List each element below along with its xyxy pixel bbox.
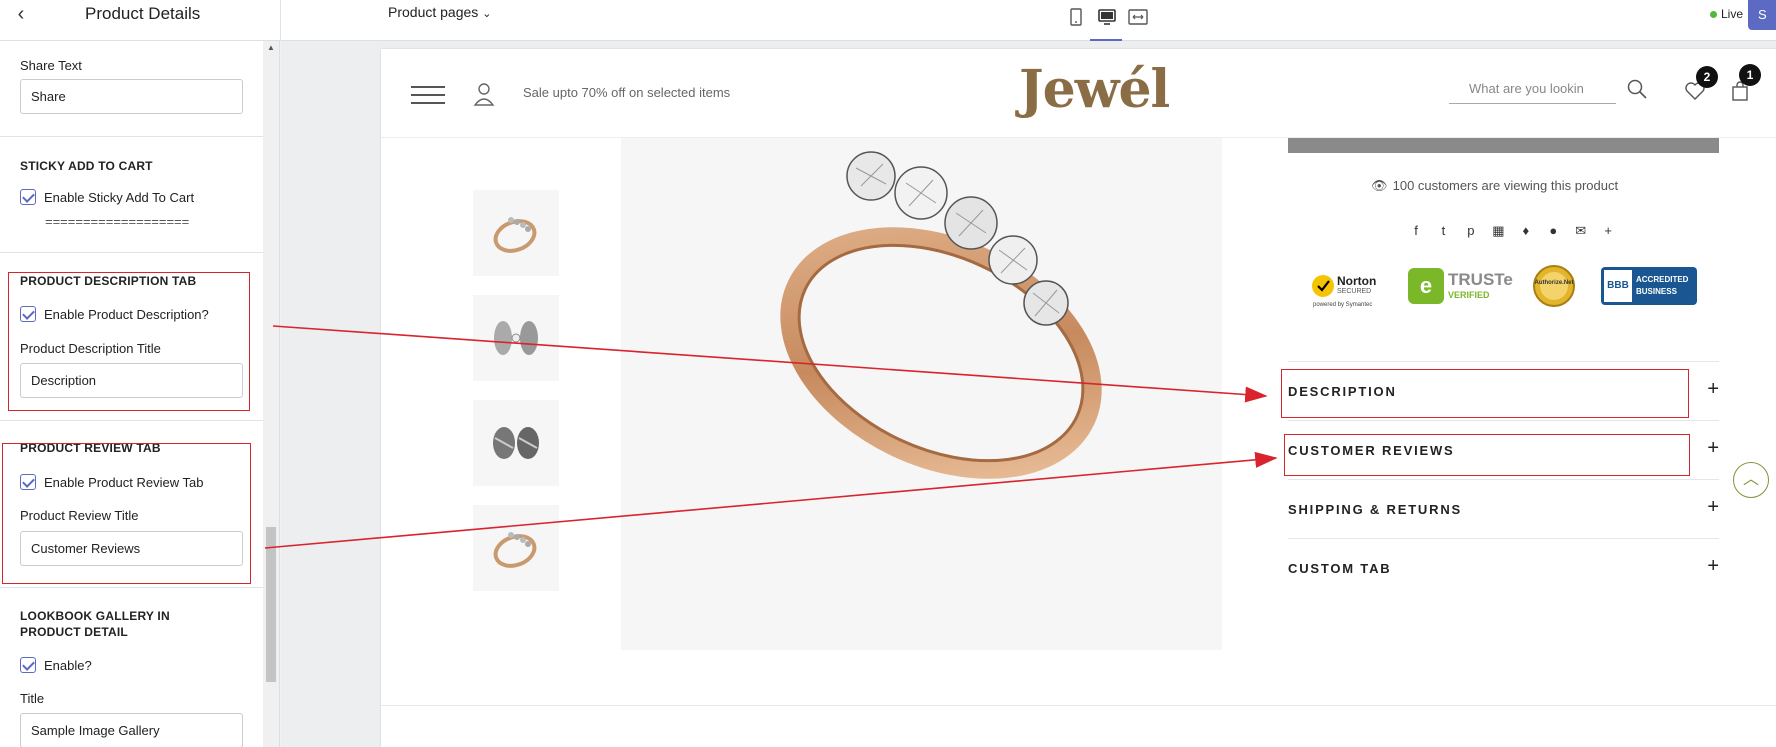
editor-topbar: ‹ Product Details Product pages ⌄ Live S bbox=[0, 0, 1776, 42]
footer-divider bbox=[381, 705, 1776, 706]
reddit-icon[interactable]: ● bbox=[1546, 224, 1560, 238]
cart-count-badge: 1 bbox=[1739, 64, 1761, 86]
sticky-heading: STICKY ADD TO CART bbox=[20, 159, 153, 173]
panel-title: Product Details bbox=[85, 4, 201, 23]
section-divider bbox=[0, 252, 263, 253]
cart-bag-icon[interactable]: 1 bbox=[1729, 64, 1761, 102]
save-button[interactable]: S bbox=[1748, 0, 1776, 30]
accordion-label: CUSTOM TAB bbox=[1288, 561, 1392, 576]
email-icon[interactable]: ✉ bbox=[1574, 224, 1588, 238]
chevron-down-icon: ⌄ bbox=[482, 8, 492, 20]
back-arrow-icon[interactable]: ‹ bbox=[10, 4, 32, 26]
section-divider bbox=[0, 587, 263, 588]
truste-badge: e TRUSTe VERIFIED bbox=[1408, 264, 1513, 314]
norton-badge: Norton SECURED powered by Symantec bbox=[1309, 264, 1385, 314]
social-share-bar: f t p ▦ ♦ ● ✉ + bbox=[1409, 222, 1624, 242]
plus-icon[interactable]: + bbox=[1707, 497, 1719, 517]
product-thumbnail[interactable] bbox=[473, 190, 559, 276]
buy-now-button[interactable] bbox=[1288, 138, 1719, 153]
plus-icon[interactable]: + bbox=[1707, 379, 1719, 399]
bbb-accredited-badge: BBB ACCREDITED BUSINESS bbox=[1601, 267, 1697, 305]
accordion-custom-tab[interactable]: CUSTOM TAB + bbox=[1288, 538, 1719, 597]
wishlist-heart-icon[interactable]: 2 bbox=[1684, 66, 1718, 102]
lookbook-checkbox[interactable] bbox=[20, 657, 36, 673]
grid-share-icon[interactable]: ▦ bbox=[1491, 224, 1505, 238]
bbb-logo: BBB bbox=[1604, 270, 1632, 302]
fullscreen-view-icon[interactable] bbox=[1127, 6, 1149, 28]
norton-title: Norton bbox=[1337, 274, 1377, 288]
search-icon[interactable] bbox=[1626, 78, 1648, 100]
page-type-label: Product pages bbox=[388, 4, 479, 20]
tumblr-icon[interactable]: ♦ bbox=[1519, 224, 1533, 238]
lookbook-heading: LOOKBOOK GALLERY IN PRODUCT DETAIL bbox=[20, 609, 170, 639]
norton-sub: SECURED bbox=[1337, 288, 1372, 295]
settings-sidebar: Share Text Share STICKY ADD TO CART Enab… bbox=[0, 41, 280, 747]
wishlist-count-badge: 2 bbox=[1696, 66, 1718, 88]
page-type-select[interactable]: Product pages ⌄ bbox=[388, 4, 492, 20]
share-text-label: Share Text bbox=[20, 58, 82, 73]
topbar-divider bbox=[280, 0, 281, 41]
product-thumbnail[interactable] bbox=[473, 505, 559, 591]
storefront-preview: Sale upto 70% off on selected items Jewé… bbox=[381, 49, 1776, 747]
live-status: Live bbox=[1710, 7, 1743, 21]
annotation-box-desc bbox=[8, 272, 250, 411]
annotation-box-reviews-tab bbox=[1284, 434, 1690, 476]
store-logo[interactable]: Jewél bbox=[1019, 59, 1170, 120]
plus-icon[interactable]: + bbox=[1707, 438, 1719, 458]
viewers-count: 👁 100 customers are viewing this product bbox=[1371, 178, 1618, 194]
scroll-to-top-icon[interactable]: ︿ bbox=[1733, 462, 1769, 498]
sticky-checkbox-label: Enable Sticky Add To Cart bbox=[44, 190, 195, 205]
sticky-checkbox[interactable] bbox=[20, 189, 36, 205]
facebook-icon[interactable]: f bbox=[1409, 224, 1423, 238]
sidebar-scrollbar[interactable]: ▲ bbox=[263, 41, 279, 747]
twitter-icon[interactable]: t bbox=[1436, 224, 1450, 238]
norton-by: powered by Symantec bbox=[1313, 302, 1373, 308]
user-account-icon[interactable] bbox=[473, 81, 495, 107]
more-share-icon[interactable]: + bbox=[1601, 224, 1615, 238]
annotation-box-description-tab bbox=[1281, 369, 1689, 418]
lookbook-title-label: Title bbox=[20, 691, 45, 706]
truste-title: TRUSTe bbox=[1448, 270, 1513, 289]
section-divider bbox=[0, 420, 263, 421]
hamburger-menu-icon[interactable] bbox=[411, 86, 445, 106]
search-input[interactable]: What are you lookin bbox=[1449, 74, 1616, 104]
desktop-view-icon[interactable] bbox=[1090, 6, 1122, 42]
promo-text: Sale upto 70% off on selected items bbox=[523, 85, 731, 100]
product-thumbnail[interactable] bbox=[473, 295, 559, 381]
share-text-input[interactable]: Share bbox=[20, 79, 243, 114]
accordion-label: SHIPPING & RETURNS bbox=[1288, 502, 1462, 517]
main-product-image[interactable] bbox=[621, 138, 1222, 650]
plus-icon[interactable]: + bbox=[1707, 556, 1719, 576]
pinterest-icon[interactable]: p bbox=[1464, 224, 1478, 238]
authorize-net-badge: Authorize.Net bbox=[1529, 264, 1579, 314]
lookbook-title-input[interactable]: Sample Image Gallery bbox=[20, 713, 243, 747]
truste-sub: VERIFIED bbox=[1448, 290, 1490, 300]
store-header: Sale upto 70% off on selected items Jewé… bbox=[381, 49, 1776, 138]
mobile-view-icon[interactable] bbox=[1065, 6, 1087, 28]
live-dot-icon bbox=[1710, 11, 1717, 18]
truste-logo-icon: e bbox=[1408, 268, 1444, 304]
accordion-shipping-returns[interactable]: SHIPPING & RETURNS + bbox=[1288, 479, 1719, 538]
lookbook-checkbox-label: Enable? bbox=[44, 658, 92, 673]
annotation-box-review bbox=[2, 443, 251, 584]
eye-icon: 👁 bbox=[1371, 178, 1388, 193]
section-divider bbox=[0, 136, 263, 137]
viewers-text: 100 customers are viewing this product bbox=[1392, 178, 1619, 193]
product-thumbnail[interactable] bbox=[473, 400, 559, 486]
bbb-text-2: BUSINESS bbox=[1636, 287, 1677, 296]
scrollbar-thumb[interactable] bbox=[266, 527, 276, 682]
live-label: Live bbox=[1721, 7, 1744, 21]
sticky-separator: =================== bbox=[45, 214, 190, 229]
bbb-text-1: ACCREDITED bbox=[1636, 275, 1689, 284]
authorize-net-label: Authorize.Net bbox=[1534, 280, 1574, 286]
scroll-up-arrow-icon[interactable]: ▲ bbox=[267, 43, 275, 52]
